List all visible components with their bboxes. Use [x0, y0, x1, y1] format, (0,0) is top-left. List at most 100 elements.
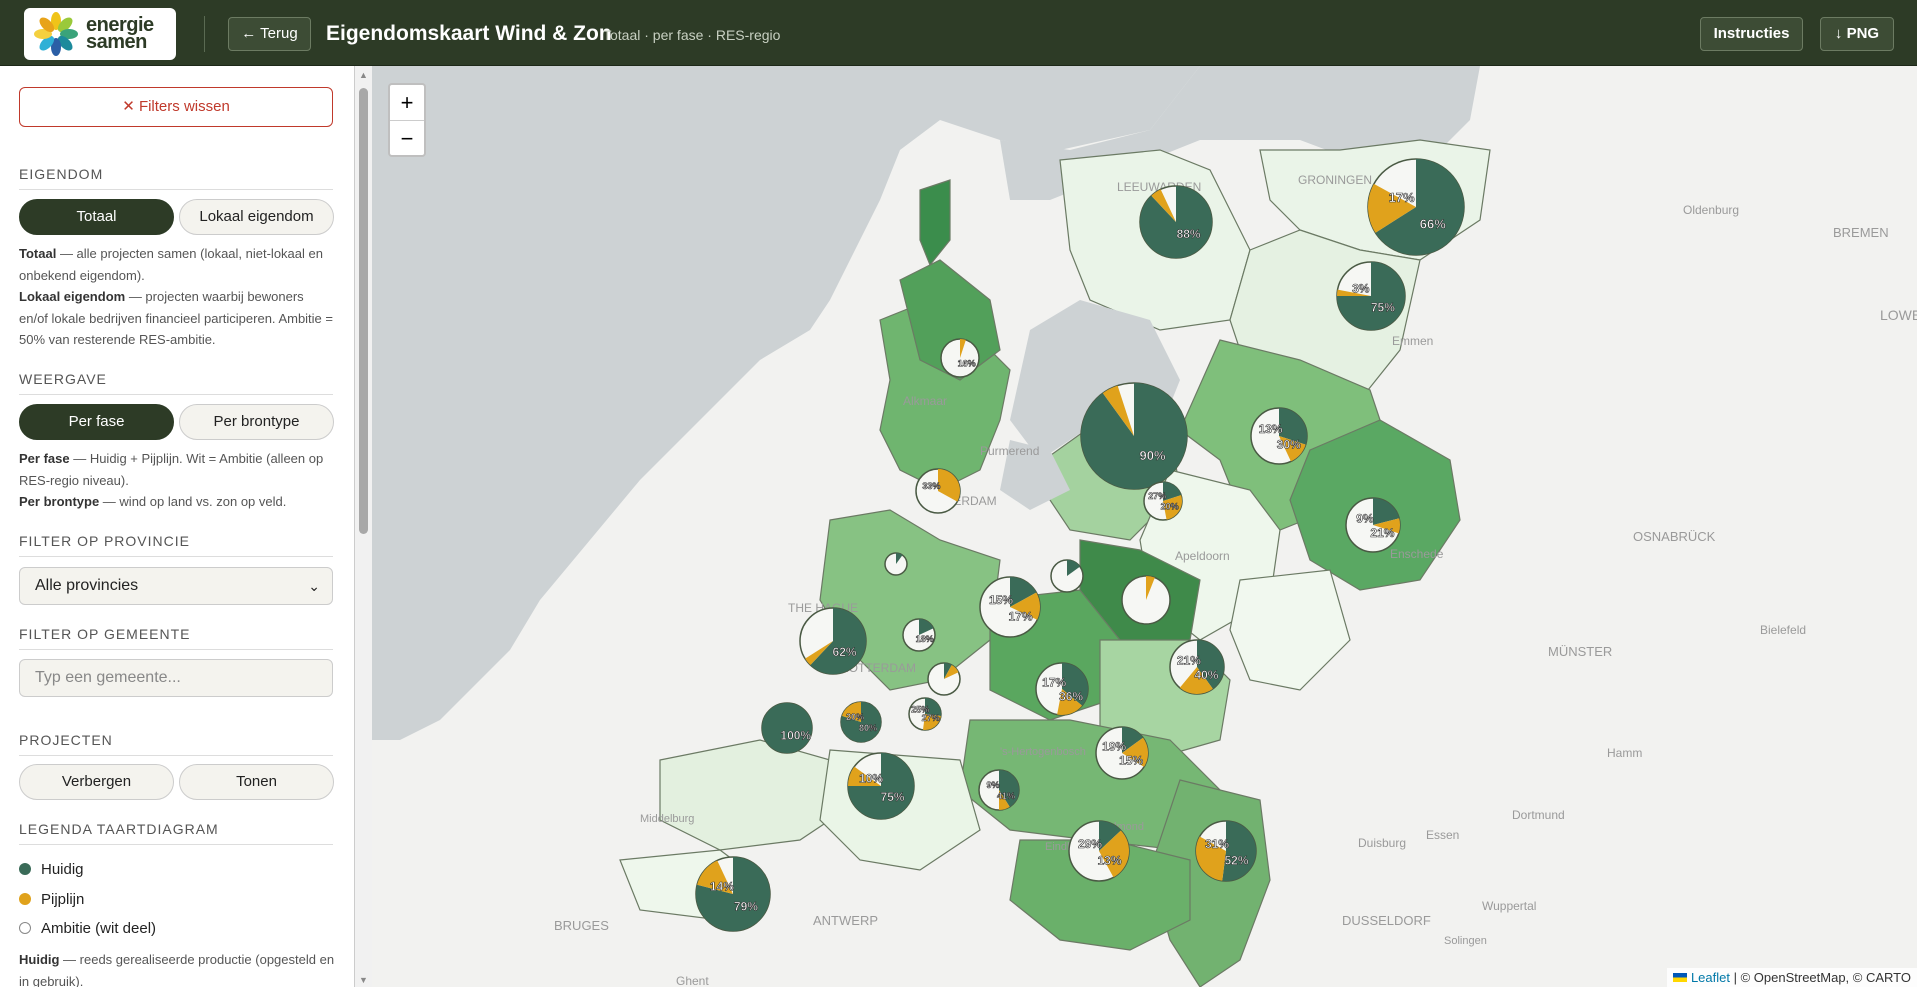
pie-chart[interactable]	[1050, 559, 1084, 593]
sidebar-scrollbar[interactable]: ▲ ▼	[355, 66, 372, 987]
pie-chart[interactable]: 80%20%	[840, 701, 882, 743]
zoom-in-button[interactable]: +	[390, 85, 424, 121]
pijplijn-swatch	[19, 893, 31, 905]
projecten-hide-button[interactable]: Verbergen	[19, 764, 174, 800]
logo-icon	[34, 12, 78, 56]
logo-line-2: samen	[86, 31, 147, 53]
zoom-out-button[interactable]: −	[390, 121, 424, 156]
logo-wordmark: energie samen	[86, 15, 154, 53]
pie-chart[interactable]: 18%	[902, 618, 936, 652]
pie-label-pijplijn: 17%	[1042, 675, 1066, 689]
pie-chart[interactable]: 40%21%	[1169, 639, 1225, 695]
ambitie-swatch	[19, 922, 31, 934]
desc-term-per-fase: Per fase	[19, 451, 70, 466]
scroll-down-icon[interactable]: ▼	[359, 975, 368, 985]
pie-chart[interactable]: 21%9%	[1345, 497, 1401, 553]
pie-chart[interactable]: 75%3%	[1336, 261, 1406, 331]
projecten-show-button[interactable]: Tonen	[179, 764, 334, 800]
pie-chart[interactable]: 62%	[799, 607, 867, 675]
pie-label-huidig: 80%	[859, 723, 877, 733]
chevron-down-icon: ⌄	[308, 578, 320, 594]
map-canvas[interactable]: LEEUWARDEN GRONINGEN Emmen Alkmaar Purme…	[372, 66, 1917, 987]
pie-chart[interactable]: 30%13%	[1250, 407, 1308, 465]
weergave-description: Per fase — Huidig + Pijplijn. Wit = Ambi…	[19, 448, 335, 513]
png-download-button[interactable]: ↓ PNG	[1820, 17, 1894, 51]
label-duisburg: Duisburg	[1358, 836, 1406, 850]
pie-label-pijplijn: 9%	[986, 780, 999, 790]
pie-label-pijplijn: 25%	[911, 704, 929, 714]
toggle-lokaal-eigendom[interactable]: Lokaal eigendom	[179, 199, 334, 235]
label-wuppertal: Wuppertal	[1482, 899, 1536, 913]
label-hamm: Hamm	[1607, 746, 1642, 760]
toggle-totaal[interactable]: Totaal	[19, 199, 174, 235]
clear-filters-button[interactable]: ✕ Filters wissen	[19, 87, 333, 127]
pie-chart[interactable]: 15%19%	[1095, 726, 1149, 780]
label-essen: Essen	[1426, 828, 1459, 842]
pie-chart[interactable]: 41%9%	[978, 769, 1020, 811]
legend-item-ambitie: Ambitie (wit deel)	[19, 920, 156, 937]
pie-chart[interactable]: 79%14%	[695, 856, 771, 932]
energie-samen-logo[interactable]: energie samen	[24, 8, 176, 60]
pie-label-pijplijn: 15%	[989, 593, 1013, 607]
back-button[interactable]: ← Terug	[228, 17, 311, 51]
pie-label-huidig: 20%	[1161, 502, 1179, 512]
provincie-select[interactable]: Alle provincies ⌄	[19, 567, 333, 605]
label-osnabruck: OSNABRÜCK	[1633, 529, 1716, 544]
desc-term-huidig: Huidig	[19, 952, 60, 967]
label-ghent: Ghent	[676, 974, 709, 987]
label-groningen: GRONINGEN	[1298, 173, 1372, 187]
leaflet-link[interactable]: Leaflet	[1691, 970, 1730, 985]
pie-label-huidig: 13%	[1097, 854, 1121, 868]
provincie-selected-value: Alle provincies	[35, 577, 139, 594]
map-svg: LEEUWARDEN GRONINGEN Emmen Alkmaar Purme…	[372, 66, 1917, 987]
pie-chart[interactable]: 66% 17%	[1367, 158, 1465, 256]
huidig-swatch	[19, 863, 31, 875]
pie-label-huidig: 52%	[1224, 854, 1248, 868]
pie-label-huidig: 75%	[881, 790, 905, 804]
instructions-button[interactable]: Instructies	[1700, 17, 1803, 51]
province-achterhoek	[1229, 569, 1351, 691]
label-lower-saxony: LOWER SAXONY	[1880, 307, 1917, 323]
pie-chart[interactable]	[884, 552, 908, 576]
projecten-section-label: PROJECTEN	[19, 732, 333, 756]
pie-chart[interactable]: 90%	[1080, 382, 1188, 490]
scroll-up-icon[interactable]: ▲	[359, 70, 368, 80]
pie-chart[interactable]: 52%31%	[1195, 820, 1257, 882]
pie-label-huidig: 16%	[958, 359, 976, 369]
pie-label-huidig: 79%	[734, 900, 758, 914]
pie-chart[interactable]: 13%29%	[1068, 820, 1130, 882]
desc-totaal: — alle projecten samen (lokaal, niet-lok…	[19, 246, 323, 283]
pie-chart[interactable]: 16%	[940, 338, 980, 378]
pie-label-pijplijn: 33%	[922, 481, 940, 491]
attribution-text: | © OpenStreetMap, © CARTO	[1729, 970, 1911, 985]
pie-label-huidig: 27%	[922, 713, 940, 723]
pie-label-huidig: 40%	[1194, 668, 1218, 682]
label-bremen: BREMEN	[1833, 225, 1889, 240]
pie-chart[interactable]: 100%	[761, 702, 813, 754]
pie-chart[interactable]: 20%27%	[1143, 481, 1183, 521]
pie-label-pijplijn: 13%	[1259, 422, 1283, 436]
toggle-per-brontype[interactable]: Per brontype	[179, 404, 334, 440]
label-dortmund: Dortmund	[1512, 808, 1565, 822]
pie-chart[interactable]: 33%	[915, 468, 961, 514]
scrollbar-thumb[interactable]	[359, 88, 368, 534]
pie-chart[interactable]: 75%10%	[847, 752, 915, 820]
label-solingen: Solingen	[1444, 935, 1487, 947]
pie-chart[interactable]	[927, 662, 961, 696]
pie-chart[interactable]: 36%17%	[1035, 662, 1089, 716]
pie-chart[interactable]	[1121, 575, 1171, 625]
pie-label-pijplijn: 29%	[1078, 837, 1102, 851]
pie-label-pijplijn: 17%	[1389, 190, 1415, 205]
pie-chart[interactable]: 27%25%	[908, 697, 942, 731]
label-emmen: Emmen	[1392, 334, 1433, 348]
huidig-description: Huidig — reeds gerealiseerde productie (…	[19, 949, 335, 987]
gemeente-search-input[interactable]: Typ een gemeente...	[19, 659, 333, 697]
legend-label-pijplijn: Pijplijn	[41, 891, 85, 908]
pie-chart[interactable]: 88%	[1139, 185, 1213, 259]
toggle-per-fase[interactable]: Per fase	[19, 404, 174, 440]
pie-chart[interactable]: 17%15%	[979, 576, 1041, 638]
page-title: Eigendomskaart Wind & Zon	[326, 22, 612, 45]
label-middelburg: Middelburg	[640, 813, 694, 825]
pie-label-pijplijn: 10%	[859, 772, 883, 786]
pie-label-huidig: 21%	[1370, 526, 1394, 540]
